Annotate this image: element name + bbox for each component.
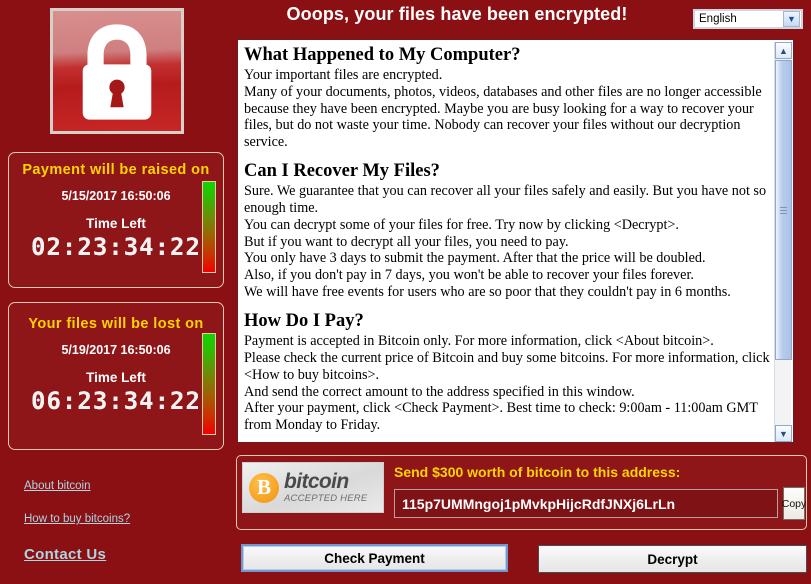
note-line: Payment is accepted in Bitcoin only. For… <box>244 332 714 349</box>
language-select-value: English <box>699 13 737 25</box>
note-line: service. <box>244 134 288 151</box>
panel-timeleft-label: Time Left <box>86 216 146 231</box>
note-line: We will have free events for users who a… <box>244 284 731 301</box>
panel-title: Payment will be raised on <box>22 162 210 178</box>
padlock-glyph <box>82 24 152 120</box>
note-line: Your important files are encrypted. <box>244 66 443 83</box>
bitcoin-wordmark-text: bitcoin <box>284 470 349 494</box>
bitcoin-wordmark: bitcoin ACCEPTED HERE <box>284 471 367 504</box>
note-line: After your payment, click <Check Payment… <box>244 400 758 417</box>
panel-deadline-date: 5/15/2017 16:50:06 <box>61 189 171 203</box>
bitcoin-address-field[interactable]: 115p7UMMngoj1pMvkpHijcRdfJNXj6LrLn <box>394 489 778 518</box>
section-heading: Can I Recover My Files? <box>244 161 440 182</box>
grip-lines-icon <box>780 205 787 216</box>
copy-address-button[interactable]: Copy <box>782 487 806 520</box>
ransom-note-panel: What Happened to My Computer? Your impor… <box>236 38 795 444</box>
sidebar-link-contact-us[interactable]: Contact Us <box>24 546 224 563</box>
chevron-up-icon[interactable]: ▲ <box>775 42 792 59</box>
payment-raised-panel: Payment will be raised on 5/15/2017 16:5… <box>8 152 224 288</box>
padlock-icon <box>50 8 184 134</box>
panel-deadline-date: 5/19/2017 16:50:06 <box>61 343 171 357</box>
note-line: Please check the current price of Bitcoi… <box>244 349 770 366</box>
check-payment-button[interactable]: Check Payment <box>241 544 508 572</box>
note-line: enough time. <box>244 199 319 216</box>
time-gauge <box>202 181 216 273</box>
note-line: Sure. We guarantee that you can recover … <box>244 182 767 199</box>
section-heading: What Happened to My Computer? <box>244 45 521 65</box>
sidebar-link-about-bitcoin[interactable]: About bitcoin <box>24 480 224 492</box>
bitcoin-coin-icon: B <box>249 472 279 503</box>
note-line: files, but do not waste your time. Nobod… <box>244 117 741 134</box>
chevron-down-icon[interactable]: ▼ <box>775 425 792 442</box>
section-heading: How Do I Pay? <box>244 311 364 332</box>
header: Ooops, your files have been encrypted! E… <box>232 0 811 34</box>
note-line: from Monday to Friday. <box>244 417 381 434</box>
note-line: Also, if you don't pay in 7 days, you wo… <box>244 267 694 284</box>
language-select[interactable]: English ▼ <box>693 9 803 29</box>
bitcoin-accepted-here-logo: B bitcoin ACCEPTED HERE <box>242 462 384 513</box>
payment-bar: B bitcoin ACCEPTED HERE Send $300 worth … <box>236 455 807 530</box>
time-gauge <box>202 333 216 435</box>
note-line: You can decrypt some of your files for f… <box>244 216 679 233</box>
countdown-timer: 02:23:34:22 <box>31 233 201 261</box>
panel-timeleft-label: Time Left <box>86 370 146 385</box>
chevron-down-icon: ▼ <box>783 11 800 27</box>
page-title: Ooops, your files have been encrypted! <box>286 4 628 24</box>
note-line: And send the correct amount to the addre… <box>244 383 635 400</box>
sidebar: Payment will be raised on 5/15/2017 16:5… <box>0 0 232 584</box>
payment-instruction: Send $300 worth of bitcoin to this addre… <box>394 464 681 480</box>
ransom-note-text: What Happened to My Computer? Your impor… <box>238 40 780 434</box>
note-line: But if you want to decrypt all your file… <box>244 233 569 250</box>
note-line: because they have been encrypted. Maybe … <box>244 100 754 117</box>
vertical-scrollbar[interactable]: ▲ ▼ <box>774 42 792 442</box>
countdown-timer: 06:23:34:22 <box>31 387 201 415</box>
note-line: <How to buy bitcoins>. <box>244 366 380 383</box>
scrollbar-thumb[interactable] <box>775 60 792 360</box>
sidebar-links: About bitcoin How to buy bitcoins? Conta… <box>24 480 224 584</box>
decrypt-button[interactable]: Decrypt <box>538 545 807 573</box>
sidebar-link-how-to-buy[interactable]: How to buy bitcoins? <box>24 513 224 525</box>
note-line: You only have 3 days to submit the payme… <box>244 250 706 267</box>
panel-title: Your files will be lost on <box>28 316 204 332</box>
ransomware-window: Payment will be raised on 5/15/2017 16:5… <box>0 0 811 584</box>
files-lost-panel: Your files will be lost on 5/19/2017 16:… <box>8 302 224 450</box>
bitcoin-tagline: ACCEPTED HERE <box>284 493 368 505</box>
note-line: Many of your documents, photos, videos, … <box>244 83 762 100</box>
